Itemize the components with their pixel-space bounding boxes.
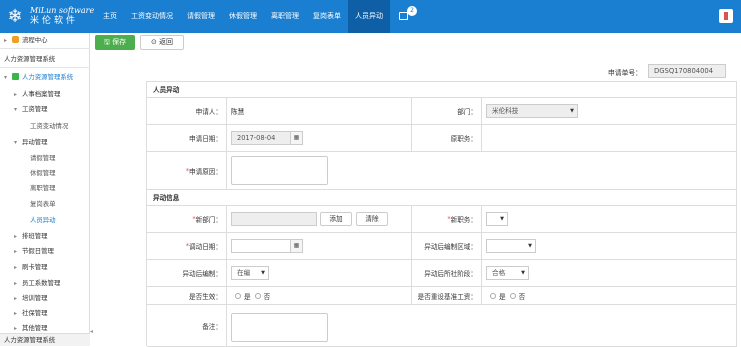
- sidebar-item-salary-change[interactable]: 工资变动情况: [0, 119, 90, 133]
- new-dept-field[interactable]: [231, 212, 317, 226]
- section-transfer: 人员异动: [147, 82, 737, 98]
- sidebar-item-shift[interactable]: ▸ 排班管理: [0, 229, 90, 243]
- add-button[interactable]: 添加: [320, 212, 352, 226]
- chevron-down-icon: ▼: [261, 270, 265, 276]
- after-staff-label: 异动后编制：: [147, 260, 227, 287]
- orig-post-value: [482, 125, 737, 152]
- chevron-down-icon: ▼: [500, 216, 504, 222]
- date-label: 申请日期：: [147, 125, 227, 152]
- brand-logo: ❄ MiLun software 米伦软件: [0, 0, 96, 33]
- toolbar: 🖫 保存 ⊙ 返回: [91, 33, 741, 51]
- chevron-down-icon: ▼: [521, 270, 525, 276]
- sidebar-hr-system[interactable]: ▾ 人力资源管理系统: [0, 70, 90, 84]
- effect-yes-label: 是: [244, 292, 251, 301]
- message-badge: 2: [407, 6, 417, 16]
- calendar-icon[interactable]: ▦: [290, 132, 302, 144]
- transfer-date-field[interactable]: ▦: [231, 239, 303, 253]
- section-transfer-info: 异动信息: [147, 190, 737, 206]
- brand-cn: 米伦软件: [30, 16, 79, 26]
- sidebar-item-card[interactable]: ▸ 刷卡管理: [0, 260, 90, 274]
- new-post-select[interactable]: ▼: [486, 212, 508, 226]
- sidebar-item-training[interactable]: ▸ 培训管理: [0, 291, 90, 305]
- user-menu-icon[interactable]: [719, 9, 733, 23]
- calendar-icon[interactable]: ▦: [290, 240, 302, 252]
- nav-messages[interactable]: 2: [390, 0, 420, 33]
- after-ss-label: 异动后所社阶段：: [412, 260, 482, 287]
- transfer-form: 人员异动 申请人： 陈慧 部门： 米伦科技 ▼ 申请日期： 2017-08-04 ▦…: [146, 81, 737, 347]
- sidebar-item-vacation[interactable]: 休假管理: [0, 166, 90, 180]
- sidebar-item-archive[interactable]: ▸ 人事档案管理: [0, 87, 90, 101]
- new-post-label: * 新职务：: [412, 206, 482, 233]
- reset-salary-yes-radio[interactable]: [490, 292, 496, 299]
- effect-yes-radio[interactable]: [235, 292, 241, 299]
- clear-button[interactable]: 清除: [356, 212, 388, 226]
- app-no-label: 申请单号：: [608, 69, 642, 77]
- sidebar-item-resignation[interactable]: 离职管理: [0, 181, 90, 195]
- sidebar-item-coefficient[interactable]: ▸ 员工系数管理: [0, 276, 90, 290]
- after-org-label: 异动后编制区域：: [412, 233, 482, 260]
- sidebar-item-transfer[interactable]: 人员异动: [0, 213, 90, 227]
- main-nav: 主页 工资变动情况 请假管理 休假管理 离职管理 复岗表单 人员异动 2: [96, 0, 420, 33]
- sidebar-flow-center[interactable]: ▸ 流程中心: [0, 33, 90, 47]
- orig-post-label: 原职务：: [412, 125, 482, 152]
- flow-icon: [12, 36, 19, 43]
- effect-no-label: 否: [263, 292, 271, 301]
- sidebar-item-salary[interactable]: ▾ 工资管理: [0, 102, 90, 116]
- applicant-value: 陈慧: [227, 98, 412, 125]
- reset-salary-no-label: 否: [518, 292, 526, 301]
- sidebar-item-leave[interactable]: 请假管理: [0, 151, 90, 165]
- effect-no-radio[interactable]: [254, 292, 261, 299]
- dept-select[interactable]: 米伦科技 ▼: [486, 104, 578, 118]
- nav-home[interactable]: 主页: [96, 0, 124, 33]
- nav-salary-change[interactable]: 工资变动情况: [124, 0, 180, 33]
- main-content: 🖫 保存 ⊙ 返回 申请单号： DGSQ170804004 人员异动 申请人： …: [91, 33, 741, 347]
- back-button[interactable]: ⊙ 返回: [140, 35, 184, 50]
- reset-salary-yes-label: 是: [499, 292, 506, 301]
- sidebar: ▸ 流程中心 人力资源管理系统 ▾ 人力资源管理系统 ▸ 人事档案管理 ▾ 工资管理 工…: [0, 33, 90, 346]
- brand-en: MiLun software: [30, 6, 95, 15]
- reset-salary-no-radio[interactable]: [509, 292, 516, 299]
- save-button[interactable]: 🖫 保存: [95, 35, 135, 50]
- reason-label: * 申请原因：: [147, 152, 227, 190]
- reset-salary-label: 是否重设基准工资：: [412, 287, 482, 305]
- apply-date-field[interactable]: 2017-08-04 ▦: [231, 131, 303, 145]
- app-no-field: DGSQ170804004: [648, 64, 726, 78]
- applicant-label: 申请人：: [147, 98, 227, 125]
- sidebar-item-social[interactable]: ▸ 社保管理: [0, 306, 90, 320]
- nav-vacation[interactable]: 休假管理: [222, 0, 264, 33]
- chevron-down-icon: ▼: [528, 243, 532, 249]
- chevron-down-icon: ▼: [570, 108, 574, 114]
- snowflake-logo-icon: ❄: [7, 5, 23, 27]
- new-dept-label: * 新部门：: [147, 206, 227, 233]
- sidebar-item-transfer-mgmt[interactable]: ▾ 异动管理: [0, 135, 90, 149]
- sidebar-bottom-tab[interactable]: 人力资源管理系统: [0, 333, 90, 346]
- after-staff-select[interactable]: 在编 ▼: [231, 266, 269, 280]
- reason-textarea[interactable]: [231, 156, 328, 185]
- after-org-select[interactable]: ▼: [486, 239, 536, 253]
- nav-transfer[interactable]: 人员异动: [348, 0, 390, 33]
- hr-system-icon: [12, 73, 19, 80]
- nav-leave[interactable]: 请假管理: [180, 0, 222, 33]
- save-icon: 🖫: [103, 38, 113, 46]
- sidebar-item-holiday[interactable]: ▸ 节假日管理: [0, 244, 90, 258]
- transfer-date-label: * 调动日期：: [147, 233, 227, 260]
- effect-label: 是否生效：: [147, 287, 227, 305]
- sidebar-item-return[interactable]: 复岗表单: [0, 197, 90, 211]
- remark-textarea[interactable]: [231, 313, 328, 342]
- remark-label: 备注：: [147, 305, 227, 347]
- nav-resignation[interactable]: 离职管理: [264, 0, 306, 33]
- after-ss-select[interactable]: 合格 ▼: [486, 266, 529, 280]
- back-icon: ⊙: [150, 38, 160, 46]
- nav-return[interactable]: 复岗表单: [306, 0, 348, 33]
- sidebar-system-title: 人力资源管理系统: [4, 55, 56, 63]
- top-navbar: ❄ MiLun software 米伦软件 主页 工资变动情况 请假管理 休假管…: [0, 0, 741, 33]
- dept-label: 部门：: [412, 98, 482, 125]
